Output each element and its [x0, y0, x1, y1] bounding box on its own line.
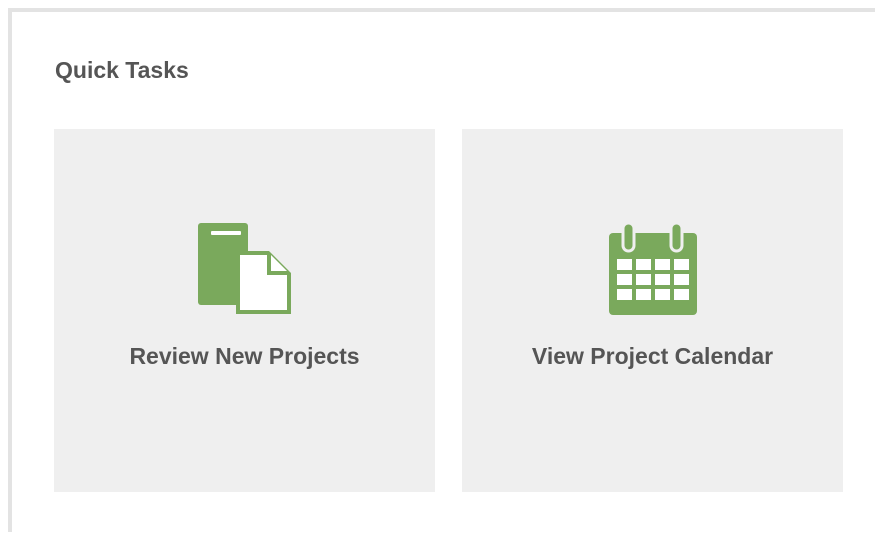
- view-project-calendar-label: View Project Calendar: [531, 343, 774, 369]
- review-new-projects-label: Review New Projects: [129, 343, 360, 369]
- quick-tasks-panel: Quick Tasks Review New Projects View Pro…: [8, 8, 875, 532]
- calendar-icon: [608, 221, 697, 315]
- panel-title: Quick Tasks: [55, 57, 189, 83]
- review-new-projects-tile[interactable]: Review New Projects: [54, 129, 435, 492]
- documents-icon: [197, 223, 291, 314]
- view-project-calendar-tile[interactable]: View Project Calendar: [462, 129, 843, 492]
